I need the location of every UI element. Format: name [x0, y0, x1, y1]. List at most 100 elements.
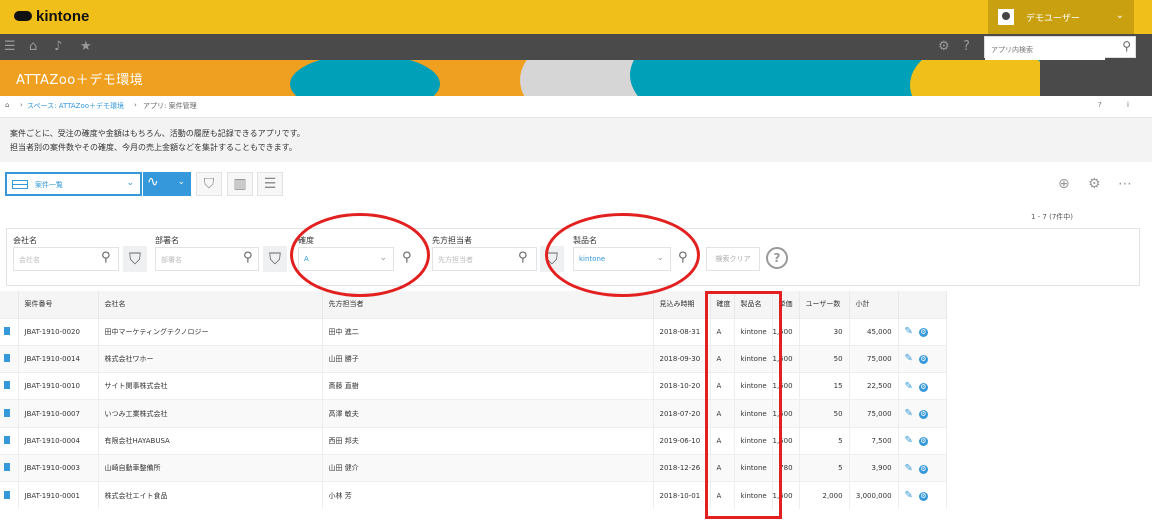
expected-date-cell: 2018-08-31 — [653, 317, 711, 346]
record-detail-icon[interactable] — [4, 490, 10, 499]
user-count-cell: 5 — [799, 453, 850, 482]
help-crumb-icon[interactable]: ? — [1098, 101, 1102, 109]
app-search-box: ⚲ — [984, 36, 1136, 60]
list-settings-button[interactable]: ☰ — [257, 172, 283, 196]
logo-text: kintone — [36, 8, 90, 25]
edit-pencil-icon[interactable]: ✎ — [905, 463, 913, 474]
table-row[interactable]: JBAT-1910-0003 山崎自動車整備所 山田 健介 2018-12-26 Aki… — [0, 453, 947, 482]
table-row[interactable]: JBAT-1910-0007 いつみ工業株式会社 高澤 敏夫 2018-07-20 Ak… — [0, 399, 947, 428]
search-icon[interactable]: ⚲ — [1122, 39, 1131, 53]
edit-pencil-icon[interactable]: ✎ — [905, 490, 913, 501]
company-cell: 株式会社ワホー — [98, 344, 323, 373]
app-search-input[interactable] — [985, 40, 1105, 60]
table-row[interactable]: JBAT-1910-0001 株式会社エイト食品 小林 芳 2018-10-01 Aki… — [0, 481, 947, 510]
settings-gear-icon[interactable]: ⚙ — [918, 464, 928, 474]
record-detail-icon[interactable] — [4, 463, 10, 472]
record-detail-icon[interactable] — [4, 353, 10, 362]
expected-date-cell: 2018-07-20 — [653, 399, 711, 428]
help-circle-icon[interactable]: ? — [766, 247, 788, 269]
settings-gear-icon[interactable]: ⚙ — [918, 355, 928, 365]
breadcrumb-space[interactable]: スペース: ATTAZoo＋デモ環境 — [27, 101, 124, 111]
user-count-cell: 30 — [799, 317, 850, 346]
column-header[interactable]: 小計 — [849, 291, 899, 318]
more-options-icon[interactable]: ⋯ — [1118, 176, 1132, 192]
funnel-icon[interactable]: ⛉ — [263, 246, 287, 272]
settings-gear-icon[interactable]: ⚙ — [918, 410, 928, 420]
space-title: ATTAZoo＋デモ環境 — [16, 73, 144, 88]
expected-date-cell: 2019-06-10 — [653, 426, 711, 455]
column-header[interactable]: 会社名 — [98, 291, 323, 318]
table-row[interactable]: JBAT-1910-0020 田中マーケティングテクノロジー 田中 進二 2018-0… — [0, 317, 947, 346]
settings-gear-icon[interactable]: ⚙ — [918, 382, 928, 392]
settings-gear-icon[interactable]: ⚙ — [918, 492, 928, 502]
settings-gear-icon[interactable]: ⚙ — [1088, 176, 1101, 192]
annotation-circle-product — [545, 213, 700, 297]
view-selector[interactable]: 案件一覧 ⌄ — [5, 172, 142, 196]
edit-pencil-icon[interactable]: ✎ — [905, 381, 913, 392]
info-icon[interactable]: i — [1127, 101, 1129, 109]
gear-icon[interactable]: ⚙ — [938, 39, 950, 55]
kintone-logo[interactable]: kintone — [14, 8, 89, 25]
company-cell: サイト関事株式会社 — [98, 372, 323, 400]
actions-cell: ✎ ⚙ — [898, 481, 947, 510]
add-record-icon[interactable]: ⊕ — [1058, 176, 1070, 192]
contact-cell: 西田 邦夫 — [322, 426, 654, 455]
search-icon[interactable]: ⚲ — [243, 250, 253, 265]
funnel-icon[interactable]: ⛉ — [123, 246, 147, 272]
column-header[interactable]: ユーザー数 — [799, 291, 850, 318]
edit-pencil-icon[interactable]: ✎ — [905, 408, 913, 419]
table-row[interactable]: JBAT-1910-0014 株式会社ワホー 山田 勝子 2018-09-30 Akin… — [0, 344, 947, 373]
list-icon: ☰ — [263, 176, 277, 192]
case-number-cell: JBAT-1910-0007 — [18, 399, 99, 428]
record-detail-icon[interactable] — [4, 435, 10, 444]
star-icon[interactable]: ★ — [80, 39, 92, 55]
contact-cell: 小林 芳 — [322, 481, 654, 510]
chart-button[interactable]: ▥ — [227, 172, 253, 196]
actions-cell: ✎ ⚙ — [898, 426, 947, 455]
chevron-down-icon: ⌄ — [126, 178, 134, 188]
company-filter-label: 会社名 — [13, 236, 37, 245]
column-header[interactable]: 見込み時期 — [653, 291, 711, 318]
contact-cell: 山田 勝子 — [322, 344, 654, 373]
edit-pencil-icon[interactable]: ✎ — [905, 435, 913, 446]
user-avatar-icon — [998, 9, 1014, 25]
user-name: デモユーザー — [1026, 13, 1080, 24]
home-crumb-icon[interactable]: ⌂ — [5, 101, 9, 109]
bell-icon[interactable]: ♪ — [54, 39, 62, 55]
record-detail-icon[interactable] — [4, 408, 10, 417]
edit-pencil-icon[interactable]: ✎ — [905, 353, 913, 364]
menu-icon[interactable]: ☰ — [4, 39, 16, 55]
table-row[interactable]: JBAT-1910-0010 サイト関事株式会社 斎藤 直樹 2018-10-20 Ak… — [0, 372, 947, 400]
search-icon[interactable]: ⚲ — [101, 250, 111, 265]
user-menu[interactable]: デモユーザー ⌄ — [988, 0, 1134, 34]
department-filter-label: 部署名 — [155, 236, 179, 245]
expected-date-cell: 2018-10-01 — [653, 481, 711, 510]
subtotal-cell: 3,000,000 — [849, 481, 899, 510]
clear-search-button[interactable]: 検索クリア — [706, 247, 760, 271]
user-count-cell: 50 — [799, 399, 850, 428]
detail-cell — [0, 426, 19, 455]
user-count-cell: 5 — [799, 426, 850, 455]
case-number-cell: JBAT-1910-0003 — [18, 453, 99, 482]
table-row[interactable]: JBAT-1910-0004 有限会社HAYABUSA 西田 邦夫 2019-06-1… — [0, 426, 947, 455]
user-count-cell: 15 — [799, 372, 850, 400]
banner-yellow-shape — [910, 60, 1050, 96]
edit-pencil-icon[interactable]: ✎ — [905, 326, 913, 337]
record-detail-icon[interactable] — [4, 326, 10, 335]
company-cell: いつみ工業株式会社 — [98, 399, 323, 428]
column-header[interactable]: 案件番号 — [18, 291, 99, 318]
search-icon[interactable]: ⚲ — [518, 250, 528, 265]
help-icon[interactable]: ? — [963, 39, 970, 55]
table-view-icon — [12, 180, 28, 189]
view-label: 案件一覧 — [35, 181, 63, 189]
detail-cell — [0, 481, 19, 510]
settings-gear-icon[interactable]: ⚙ — [918, 437, 928, 447]
filter-button[interactable]: ⛉ — [196, 172, 222, 196]
settings-gear-icon[interactable]: ⚙ — [918, 328, 928, 338]
company-cell: 有限会社HAYABUSA — [98, 426, 323, 455]
subtotal-cell: 3,900 — [849, 453, 899, 482]
home-icon[interactable]: ⌂ — [29, 39, 37, 55]
graph-button[interactable]: ∿ ⌄ — [143, 172, 191, 196]
record-detail-icon[interactable] — [4, 381, 10, 390]
column-header — [0, 291, 19, 318]
